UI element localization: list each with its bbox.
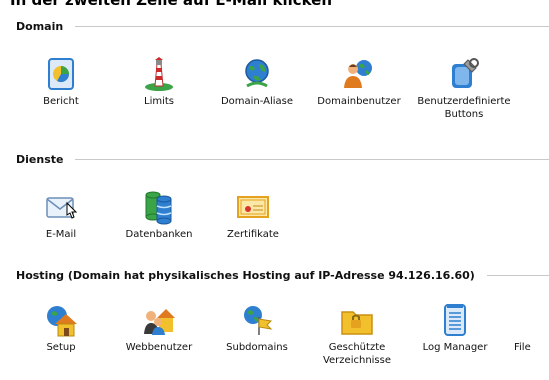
section-title-hosting: Hosting (Domain hat physikalisches Hosti… (16, 268, 475, 282)
tile-label: Subdomains (226, 342, 288, 353)
tile-benutzerdefinierte-buttons[interactable]: Benutzerdefinierte Buttons (414, 56, 514, 121)
tile-label: Datenbanken (125, 229, 193, 240)
web-users-icon (144, 309, 175, 335)
tile-webbenutzer[interactable]: Webbenutzer (114, 302, 204, 354)
certificate-icon (237, 196, 269, 218)
domain-user-icon (344, 60, 372, 88)
tile-setup[interactable]: Setup (16, 302, 106, 354)
tile-zertifikate[interactable]: Zertifikate (208, 189, 298, 241)
tile-label: Zertifikate (227, 229, 279, 240)
tile-domainbenutzer[interactable]: Domainbenutzer (314, 56, 404, 108)
tile-label: Webbenutzer (125, 342, 193, 353)
tile-label: File (514, 342, 531, 353)
instruction-caption: In der zweiten Zeile auf E-Mail klicken (10, 0, 333, 9)
tile-log-manager[interactable]: Log Manager (410, 302, 500, 354)
report-icon (48, 58, 74, 90)
section-hosting-header: Hosting (Domain hat physikalisches Hosti… (16, 267, 549, 283)
tile-file-manager[interactable]: File (508, 302, 549, 354)
custom-buttons-icon (452, 58, 479, 88)
section-domain-header: Domain (16, 18, 549, 34)
email-envelope-icon (46, 197, 78, 219)
tile-label: E-Mail (45, 229, 77, 240)
tile-email[interactable]: E-Mail (16, 189, 106, 241)
section-divider (486, 274, 549, 276)
tile-bericht[interactable]: Bericht (16, 56, 106, 108)
tile-datenbanken[interactable]: Datenbanken (114, 189, 204, 241)
section-title-domain: Domain (16, 19, 64, 33)
section-dienste-header: Dienste (16, 151, 549, 167)
tile-label: Limits (144, 96, 174, 107)
database-icon (145, 191, 172, 225)
tile-limits[interactable]: Limits (114, 56, 204, 108)
tile-label: Domain-Aliase (220, 96, 294, 107)
log-manager-icon (444, 304, 466, 336)
section-divider (75, 158, 549, 160)
tile-geschuetzte-verzeichnisse[interactable]: Geschützte Verzeichnisse (312, 302, 402, 367)
tile-label: Geschützte Verzeichnisse (322, 342, 392, 366)
tile-label: Bericht (43, 96, 79, 107)
tile-domain-aliase[interactable]: Domain-Aliase (212, 56, 302, 108)
subdomains-icon (244, 306, 273, 335)
tile-label: Benutzerdefinierte Buttons (417, 96, 511, 120)
limits-lighthouse-icon (145, 57, 173, 91)
setup-house-icon (47, 306, 77, 337)
tile-subdomains[interactable]: Subdomains (212, 302, 302, 354)
section-title-dienste: Dienste (16, 152, 64, 166)
domain-alias-icon (245, 59, 269, 88)
protected-directories-icon (341, 311, 373, 335)
tile-label: Setup (46, 342, 76, 353)
section-divider (75, 25, 549, 27)
tile-label: Domainbenutzer (317, 96, 401, 107)
tile-label: Log Manager (422, 342, 488, 353)
